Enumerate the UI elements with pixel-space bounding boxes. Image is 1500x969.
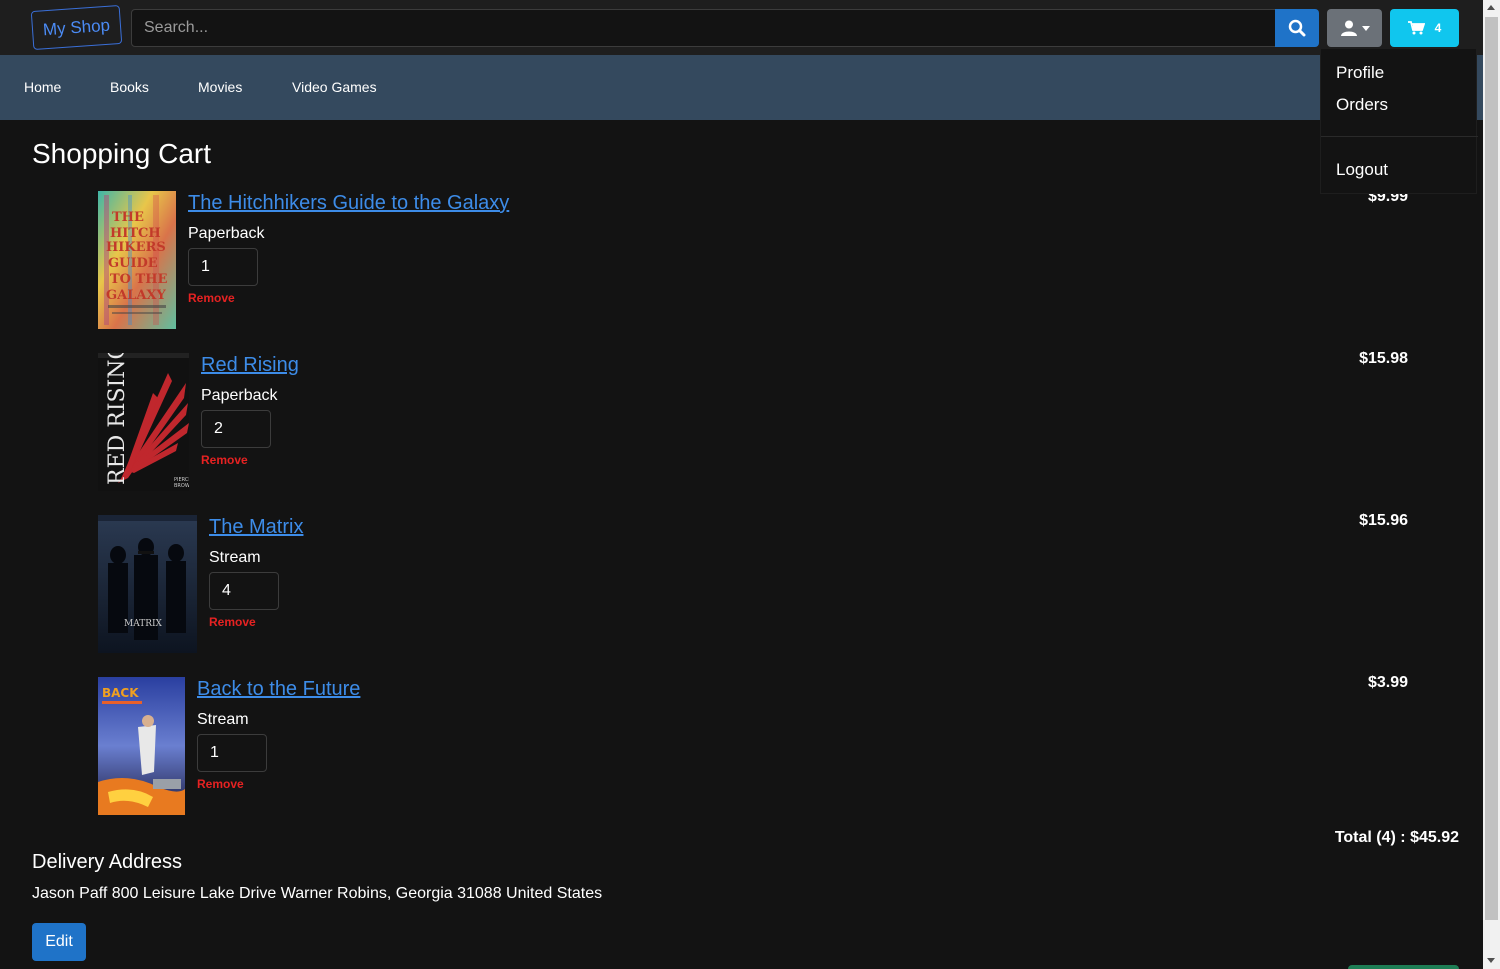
- quantity-input[interactable]: [209, 572, 279, 610]
- book-cover-image[interactable]: THE HITCH HIKERS GUIDE TO THE GALAXY: [98, 191, 176, 329]
- nav-video-games[interactable]: Video Games: [292, 55, 377, 120]
- item-format: Paperback: [188, 225, 265, 242]
- nav-books[interactable]: Books: [110, 55, 149, 120]
- quantity-input[interactable]: [188, 248, 258, 286]
- checkout-button[interactable]: [1348, 965, 1459, 969]
- svg-text:BROWN: BROWN: [174, 483, 189, 489]
- item-price: $15.98: [1359, 350, 1408, 367]
- item-price: $15.96: [1359, 512, 1408, 529]
- page-title: Shopping Cart: [32, 138, 212, 169]
- menu-item-profile[interactable]: Profile: [1336, 63, 1384, 83]
- cart-item: MATRIX The Matrix Stream Remove $15.96: [98, 512, 1408, 655]
- cart-item: RED RISING PIERCE BROWN Red Rising Paper…: [98, 350, 1408, 493]
- scroll-up-icon[interactable]: [1487, 5, 1495, 10]
- user-menu-button[interactable]: [1327, 9, 1382, 47]
- scroll-thumb[interactable]: [1485, 17, 1498, 920]
- cart-item: BACK Back to the Future Stream Remove $3…: [98, 674, 1408, 817]
- category-nav: Home Books Movies Video Games: [0, 55, 1483, 120]
- delivery-address-text: Jason Paff 800 Leisure Lake Drive Warner…: [32, 885, 603, 902]
- remove-item-link[interactable]: Remove: [209, 615, 303, 629]
- search-button[interactable]: [1275, 9, 1319, 47]
- svg-text:THE: THE: [112, 210, 144, 225]
- top-bar: My Shop 4: [0, 0, 1483, 55]
- remove-item-link[interactable]: Remove: [188, 291, 509, 305]
- user-dropdown-menu: Profile Orders Logout: [1320, 48, 1478, 194]
- menu-item-orders[interactable]: Orders: [1336, 95, 1388, 115]
- scroll-down-icon[interactable]: [1487, 958, 1495, 963]
- edit-address-button[interactable]: Edit: [32, 923, 86, 961]
- svg-text:TO THE: TO THE: [110, 272, 167, 287]
- movie-cover-image[interactable]: BACK: [98, 677, 185, 815]
- chevron-down-icon: [1361, 25, 1370, 31]
- menu-item-logout[interactable]: Logout: [1336, 160, 1388, 180]
- svg-text:GUIDE: GUIDE: [108, 256, 158, 271]
- quantity-input[interactable]: [197, 734, 267, 772]
- delivery-address-heading: Delivery Address: [32, 851, 183, 873]
- cart-item: THE HITCH HIKERS GUIDE TO THE GALAXY The…: [98, 188, 1408, 331]
- nav-movies[interactable]: Movies: [198, 55, 242, 120]
- item-format: Stream: [197, 711, 249, 728]
- cart-total: Total (4) : $45.92: [1334, 829, 1459, 846]
- item-title-link[interactable]: Red Rising: [201, 354, 299, 377]
- remove-item-link[interactable]: Remove: [201, 453, 299, 467]
- item-format: Paperback: [201, 387, 278, 404]
- svg-text:HITCH: HITCH: [110, 226, 161, 241]
- svg-text:BACK: BACK: [102, 686, 139, 700]
- cart-icon: [1407, 21, 1425, 35]
- search-input[interactable]: [131, 9, 1276, 47]
- movie-cover-image[interactable]: MATRIX: [98, 515, 197, 653]
- svg-text:HIKERS: HIKERS: [106, 240, 166, 255]
- item-format: Stream: [209, 549, 261, 566]
- item-title-link[interactable]: Back to the Future: [197, 678, 360, 701]
- item-title-link[interactable]: The Matrix: [209, 516, 303, 539]
- svg-text:GALAXY: GALAXY: [106, 288, 167, 303]
- nav-home[interactable]: Home: [24, 55, 61, 120]
- svg-text:MATRIX: MATRIX: [124, 619, 163, 629]
- quantity-input[interactable]: [201, 410, 271, 448]
- menu-divider: [1321, 136, 1478, 137]
- item-title-link[interactable]: The Hitchhikers Guide to the Galaxy: [188, 192, 509, 215]
- user-icon: [1340, 20, 1357, 36]
- item-price: $3.99: [1367, 674, 1408, 691]
- vertical-scrollbar[interactable]: [1483, 0, 1500, 969]
- cart-button[interactable]: 4: [1390, 9, 1459, 47]
- remove-item-link[interactable]: Remove: [197, 777, 360, 791]
- svg-text:RED RISING: RED RISING: [105, 353, 130, 485]
- book-cover-image[interactable]: RED RISING PIERCE BROWN: [98, 353, 189, 491]
- search-icon: [1288, 19, 1306, 37]
- cart-count-badge: 4: [1434, 21, 1442, 35]
- brand-logo[interactable]: My Shop: [30, 4, 123, 51]
